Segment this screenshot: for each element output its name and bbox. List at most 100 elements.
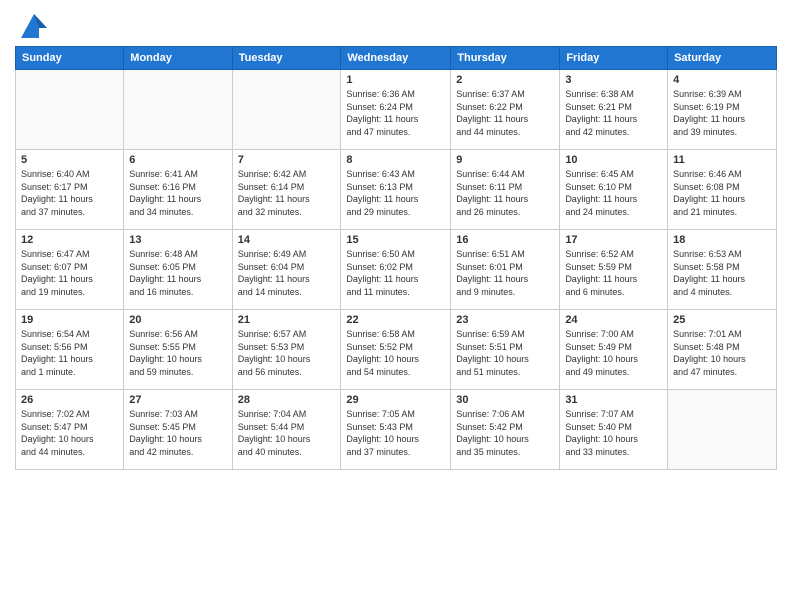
day-info: Sunrise: 6:37 AM Sunset: 6:22 PM Dayligh…	[456, 88, 554, 138]
day-number: 19	[21, 314, 118, 326]
day-info: Sunrise: 6:56 AM Sunset: 5:55 PM Dayligh…	[129, 328, 226, 378]
table-row: 5 Sunrise: 6:40 AM Sunset: 6:17 PM Daylig…	[16, 150, 124, 230]
day-number: 4	[673, 74, 771, 86]
page: Sunday Monday Tuesday Wednesday Thursday…	[0, 0, 792, 612]
day-info: Sunrise: 7:06 AM Sunset: 5:42 PM Dayligh…	[456, 408, 554, 458]
table-row	[124, 70, 232, 150]
day-info: Sunrise: 7:07 AM Sunset: 5:40 PM Dayligh…	[565, 408, 662, 458]
table-row: 1Sunrise: 6:36 AM Sunset: 6:24 PM Daylig…	[341, 70, 451, 150]
day-info: Sunrise: 7:04 AM Sunset: 5:44 PM Dayligh…	[238, 408, 336, 458]
day-info: Sunrise: 6:50 AM Sunset: 6:02 PM Dayligh…	[346, 248, 445, 298]
col-tuesday: Tuesday	[232, 47, 341, 70]
table-row: 27 Sunrise: 7:03 AM Sunset: 5:45 PM Dayli…	[124, 390, 232, 470]
day-info: Sunrise: 6:48 AM Sunset: 6:05 PM Dayligh…	[129, 248, 226, 298]
day-info: Sunrise: 6:45 AM Sunset: 6:10 PM Dayligh…	[565, 168, 662, 218]
table-row: 6 Sunrise: 6:41 AM Sunset: 6:16 PM Daylig…	[124, 150, 232, 230]
day-number: 21	[238, 314, 336, 326]
calendar-week-1: 1Sunrise: 6:36 AM Sunset: 6:24 PM Daylig…	[16, 70, 777, 150]
table-row: 8 Sunrise: 6:43 AM Sunset: 6:13 PM Daylig…	[341, 150, 451, 230]
table-row: 28 Sunrise: 7:04 AM Sunset: 5:44 PM Dayli…	[232, 390, 341, 470]
day-number: 10	[565, 154, 662, 166]
day-number: 13	[129, 234, 226, 246]
calendar-week-4: 19Sunrise: 6:54 AM Sunset: 5:56 PM Dayli…	[16, 310, 777, 390]
col-wednesday: Wednesday	[341, 47, 451, 70]
table-row: 11Sunrise: 6:46 AM Sunset: 6:08 PM Dayli…	[668, 150, 777, 230]
table-row: 10 Sunrise: 6:45 AM Sunset: 6:10 PM Dayli…	[560, 150, 668, 230]
col-thursday: Thursday	[451, 47, 560, 70]
day-number: 27	[129, 394, 226, 406]
table-row: 30Sunrise: 7:06 AM Sunset: 5:42 PM Dayli…	[451, 390, 560, 470]
table-row: 23 Sunrise: 6:59 AM Sunset: 5:51 PM Dayli…	[451, 310, 560, 390]
day-number: 7	[238, 154, 336, 166]
day-number: 2	[456, 74, 554, 86]
day-info: Sunrise: 7:02 AM Sunset: 5:47 PM Dayligh…	[21, 408, 118, 458]
day-number: 14	[238, 234, 336, 246]
day-info: Sunrise: 7:00 AM Sunset: 5:49 PM Dayligh…	[565, 328, 662, 378]
day-info: Sunrise: 7:01 AM Sunset: 5:48 PM Dayligh…	[673, 328, 771, 378]
logo	[15, 10, 49, 40]
logo-icon	[19, 10, 49, 40]
day-info: Sunrise: 6:39 AM Sunset: 6:19 PM Dayligh…	[673, 88, 771, 138]
col-monday: Monday	[124, 47, 232, 70]
day-info: Sunrise: 6:36 AM Sunset: 6:24 PM Dayligh…	[346, 88, 445, 138]
col-sunday: Sunday	[16, 47, 124, 70]
calendar-week-2: 5 Sunrise: 6:40 AM Sunset: 6:17 PM Daylig…	[16, 150, 777, 230]
day-number: 26	[21, 394, 118, 406]
day-info: Sunrise: 6:42 AM Sunset: 6:14 PM Dayligh…	[238, 168, 336, 218]
day-number: 3	[565, 74, 662, 86]
day-info: Sunrise: 6:51 AM Sunset: 6:01 PM Dayligh…	[456, 248, 554, 298]
day-info: Sunrise: 6:43 AM Sunset: 6:13 PM Dayligh…	[346, 168, 445, 218]
day-info: Sunrise: 6:41 AM Sunset: 6:16 PM Dayligh…	[129, 168, 226, 218]
day-number: 8	[346, 154, 445, 166]
table-row	[16, 70, 124, 150]
col-friday: Friday	[560, 47, 668, 70]
day-number: 9	[456, 154, 554, 166]
table-row: 20 Sunrise: 6:56 AM Sunset: 5:55 PM Dayli…	[124, 310, 232, 390]
table-row: 2 Sunrise: 6:37 AM Sunset: 6:22 PM Daylig…	[451, 70, 560, 150]
day-info: Sunrise: 6:46 AM Sunset: 6:08 PM Dayligh…	[673, 168, 771, 218]
table-row: 25 Sunrise: 7:01 AM Sunset: 5:48 PM Dayli…	[668, 310, 777, 390]
day-number: 25	[673, 314, 771, 326]
table-row: 15Sunrise: 6:50 AM Sunset: 6:02 PM Dayli…	[341, 230, 451, 310]
day-number: 22	[346, 314, 445, 326]
table-row: 17Sunrise: 6:52 AM Sunset: 5:59 PM Dayli…	[560, 230, 668, 310]
table-row: 19Sunrise: 6:54 AM Sunset: 5:56 PM Dayli…	[16, 310, 124, 390]
day-info: Sunrise: 6:58 AM Sunset: 5:52 PM Dayligh…	[346, 328, 445, 378]
day-number: 20	[129, 314, 226, 326]
calendar-week-3: 12 Sunrise: 6:47 AM Sunset: 6:07 PM Dayli…	[16, 230, 777, 310]
table-row: 31 Sunrise: 7:07 AM Sunset: 5:40 PM Dayli…	[560, 390, 668, 470]
table-row: 22 Sunrise: 6:58 AM Sunset: 5:52 PM Dayli…	[341, 310, 451, 390]
table-row: 7 Sunrise: 6:42 AM Sunset: 6:14 PM Daylig…	[232, 150, 341, 230]
table-row: 12 Sunrise: 6:47 AM Sunset: 6:07 PM Dayli…	[16, 230, 124, 310]
table-row: 13 Sunrise: 6:48 AM Sunset: 6:05 PM Dayli…	[124, 230, 232, 310]
day-info: Sunrise: 6:59 AM Sunset: 5:51 PM Dayligh…	[456, 328, 554, 378]
day-number: 12	[21, 234, 118, 246]
calendar-week-5: 26 Sunrise: 7:02 AM Sunset: 5:47 PM Dayli…	[16, 390, 777, 470]
header	[15, 10, 777, 40]
table-row: 21 Sunrise: 6:57 AM Sunset: 5:53 PM Dayli…	[232, 310, 341, 390]
day-info: Sunrise: 6:40 AM Sunset: 6:17 PM Dayligh…	[21, 168, 118, 218]
day-info: Sunrise: 6:52 AM Sunset: 5:59 PM Dayligh…	[565, 248, 662, 298]
table-row: 24 Sunrise: 7:00 AM Sunset: 5:49 PM Dayli…	[560, 310, 668, 390]
day-number: 6	[129, 154, 226, 166]
day-info: Sunrise: 6:53 AM Sunset: 5:58 PM Dayligh…	[673, 248, 771, 298]
day-info: Sunrise: 6:57 AM Sunset: 5:53 PM Dayligh…	[238, 328, 336, 378]
day-number: 28	[238, 394, 336, 406]
day-info: Sunrise: 7:03 AM Sunset: 5:45 PM Dayligh…	[129, 408, 226, 458]
table-row: 4 Sunrise: 6:39 AM Sunset: 6:19 PM Daylig…	[668, 70, 777, 150]
table-row: 18Sunrise: 6:53 AM Sunset: 5:58 PM Dayli…	[668, 230, 777, 310]
day-number: 16	[456, 234, 554, 246]
day-info: Sunrise: 7:05 AM Sunset: 5:43 PM Dayligh…	[346, 408, 445, 458]
day-info: Sunrise: 6:47 AM Sunset: 6:07 PM Dayligh…	[21, 248, 118, 298]
table-row: 16 Sunrise: 6:51 AM Sunset: 6:01 PM Dayli…	[451, 230, 560, 310]
day-number: 5	[21, 154, 118, 166]
table-row: 29Sunrise: 7:05 AM Sunset: 5:43 PM Dayli…	[341, 390, 451, 470]
day-number: 23	[456, 314, 554, 326]
day-number: 31	[565, 394, 662, 406]
header-row: Sunday Monday Tuesday Wednesday Thursday…	[16, 47, 777, 70]
day-number: 24	[565, 314, 662, 326]
day-info: Sunrise: 6:44 AM Sunset: 6:11 PM Dayligh…	[456, 168, 554, 218]
table-row: 26 Sunrise: 7:02 AM Sunset: 5:47 PM Dayli…	[16, 390, 124, 470]
day-info: Sunrise: 6:49 AM Sunset: 6:04 PM Dayligh…	[238, 248, 336, 298]
table-row	[668, 390, 777, 470]
